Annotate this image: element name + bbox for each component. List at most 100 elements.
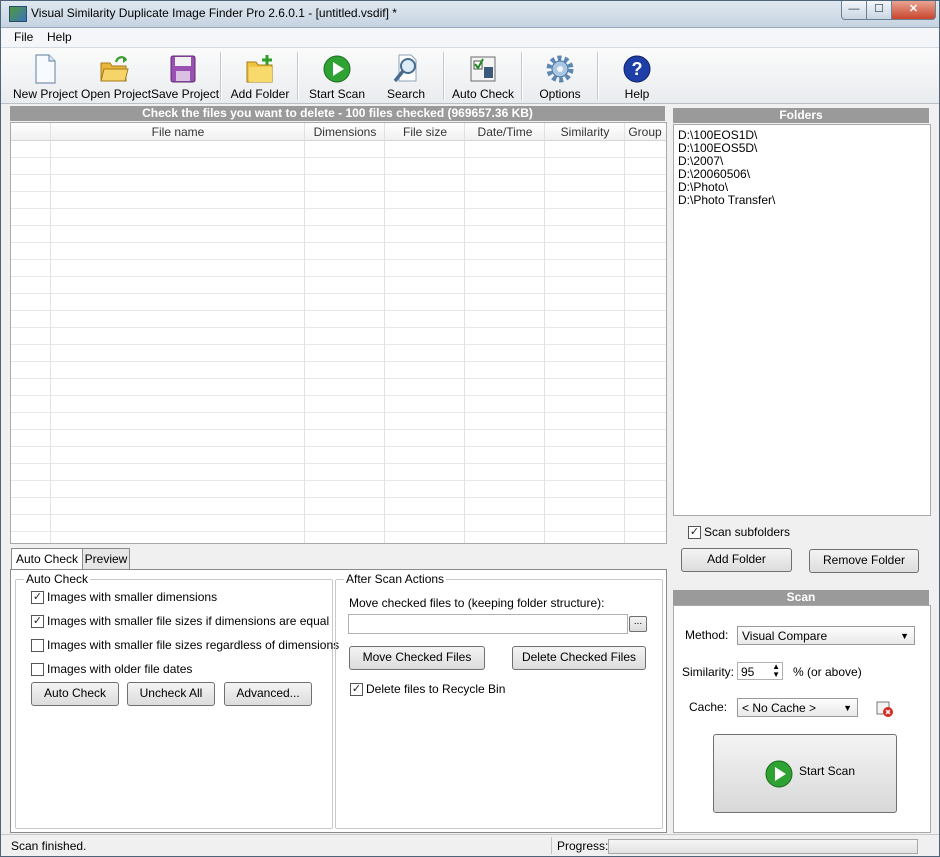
add-folder-icon — [246, 55, 273, 83]
search-label: Search — [386, 87, 426, 101]
option-smaller-size-equal-checkbox[interactable]: ✓ — [31, 615, 44, 628]
start-scan-button[interactable]: Start Scan — [713, 734, 897, 813]
after-scan-group: After Scan Actions Move checked files to… — [335, 572, 663, 829]
folders-list[interactable]: D:\100EOS1D\ D:\100EOS5D\ D:\2007\ D:\20… — [673, 124, 931, 516]
scan-subfolders-checkbox[interactable]: ✓ — [688, 526, 701, 539]
recycle-bin-checkbox[interactable]: ✓ — [350, 683, 363, 696]
open-project-button[interactable]: Open Project — [81, 51, 152, 101]
new-project-button[interactable]: New Project — [13, 51, 78, 101]
move-path-input[interactable] — [348, 614, 628, 634]
gear-icon — [546, 55, 574, 83]
status-divider — [551, 837, 552, 854]
folder-item[interactable]: D:\Photo\ — [678, 180, 728, 194]
options-button[interactable]: Options — [533, 51, 587, 101]
browse-button[interactable]: ... — [629, 616, 647, 632]
auto-check-toolbar-label: Auto Check — [451, 87, 515, 101]
move-checked-files-button[interactable]: Move Checked Files — [349, 646, 485, 670]
spinner-arrows-icon[interactable]: ▲ ▼ — [772, 663, 780, 679]
close-button[interactable]: ✕ — [891, 1, 936, 20]
open-project-label: Open Project — [81, 87, 152, 101]
option-smaller-size-regardless-checkbox[interactable] — [31, 639, 44, 652]
similarity-input[interactable]: 95 ▲ ▼ — [737, 662, 783, 680]
svg-text:?: ? — [632, 59, 643, 79]
save-project-label: Save Project — [151, 87, 220, 101]
column-file-name[interactable]: File name — [51, 125, 305, 139]
tab-preview[interactable]: Preview — [82, 548, 130, 569]
option-smaller-size-equal-label: Images with smaller file sizes if dimens… — [47, 614, 330, 628]
folder-item[interactable]: D:\100EOS5D\ — [678, 141, 757, 155]
folders-header: Folders — [673, 108, 929, 123]
help-button[interactable]: ? Help — [613, 51, 661, 101]
column-divider — [624, 123, 625, 543]
progress-bar — [608, 839, 918, 854]
auto-check-panel: Auto Check ✓ Images with smaller dimensi… — [10, 569, 667, 833]
option-older-dates-checkbox[interactable] — [31, 663, 44, 676]
option-smaller-dimensions-checkbox[interactable]: ✓ — [31, 591, 44, 604]
folder-item[interactable]: D:\2007\ — [678, 154, 723, 168]
toolbar: New Project Open Project Save Project Ad… — [1, 48, 939, 104]
move-label: Move checked files to (keeping folder st… — [349, 596, 605, 610]
new-document-icon — [35, 54, 56, 84]
save-project-button[interactable]: Save Project — [151, 51, 220, 101]
scan-subfolders-label: Scan subfolders — [704, 525, 791, 539]
help-icon: ? — [623, 55, 651, 83]
cache-value: < No Cache > — [742, 701, 817, 715]
start-scan-toolbar-button[interactable]: Start Scan — [306, 51, 368, 101]
column-similarity[interactable]: Similarity — [545, 125, 625, 139]
chevron-down-icon: ▼ — [843, 703, 852, 713]
column-file-size[interactable]: File size — [385, 125, 465, 139]
column-dimensions[interactable]: Dimensions — [305, 125, 385, 139]
similarity-suffix: % (or above) — [793, 665, 862, 679]
start-scan-toolbar-label: Start Scan — [308, 87, 366, 101]
toolbar-separator — [220, 52, 222, 100]
new-project-label: New Project — [13, 87, 78, 101]
recycle-bin-label: Delete files to Recycle Bin — [366, 682, 506, 696]
auto-check-group-title: Auto Check — [24, 572, 91, 586]
tab-auto-check[interactable]: Auto Check — [11, 548, 83, 570]
scan-panel: Method: Visual Compare ▼ Similarity: 95 … — [673, 605, 931, 833]
maximize-button[interactable]: ☐ — [866, 1, 892, 20]
column-divider — [304, 123, 305, 543]
add-folder-toolbar-button[interactable]: Add Folder — [229, 51, 291, 101]
folder-item[interactable]: D:\100EOS1D\ — [678, 128, 757, 142]
toolbar-separator — [297, 52, 299, 100]
add-folder-toolbar-label: Add Folder — [230, 87, 290, 101]
status-bar: Scan finished. Progress: — [1, 834, 939, 856]
after-scan-group-title: After Scan Actions — [344, 572, 447, 586]
options-label: Options — [539, 87, 581, 101]
cache-dropdown[interactable]: < No Cache > ▼ — [737, 698, 858, 717]
files-grid[interactable]: File name Dimensions File size Date/Time… — [10, 122, 667, 544]
advanced-button[interactable]: Advanced... — [224, 682, 312, 706]
folder-item[interactable]: D:\Photo Transfer\ — [678, 193, 775, 207]
search-icon — [393, 54, 417, 83]
column-divider — [50, 123, 51, 543]
search-button[interactable]: Search — [379, 51, 433, 101]
option-older-dates-label: Images with older file dates — [47, 662, 193, 676]
chevron-down-icon: ▼ — [900, 631, 909, 641]
menu-help[interactable]: Help — [47, 30, 72, 44]
minimize-button[interactable]: — — [841, 1, 867, 20]
method-dropdown[interactable]: Visual Compare ▼ — [737, 626, 915, 645]
toolbar-separator — [521, 52, 523, 100]
clear-cache-icon[interactable] — [876, 700, 894, 718]
column-date-time[interactable]: Date/Time — [465, 125, 545, 139]
remove-folder-button[interactable]: Remove Folder — [809, 549, 919, 573]
uncheck-all-button[interactable]: Uncheck All — [127, 682, 215, 706]
bottom-tabs: Auto Check Preview — [10, 548, 665, 570]
add-folder-button[interactable]: Add Folder — [681, 548, 792, 572]
delete-checked-files-button[interactable]: Delete Checked Files — [512, 646, 646, 670]
column-divider — [464, 123, 465, 543]
menu-file[interactable]: File — [14, 30, 33, 44]
folder-item[interactable]: D:\20060506\ — [678, 167, 750, 181]
grid-header: File name Dimensions File size Date/Time… — [11, 123, 666, 141]
status-text: Scan finished. — [11, 839, 87, 853]
auto-check-toolbar-button[interactable]: Auto Check — [451, 51, 515, 101]
column-divider — [384, 123, 385, 543]
cache-label: Cache: — [689, 700, 728, 714]
similarity-value: 95 — [741, 665, 755, 679]
auto-check-button[interactable]: Auto Check — [31, 682, 119, 706]
method-label: Method: — [685, 628, 729, 642]
column-group[interactable]: Group — [625, 125, 665, 139]
auto-check-icon — [470, 56, 496, 82]
app-window: Visual Similarity Duplicate Image Finder… — [0, 0, 940, 857]
